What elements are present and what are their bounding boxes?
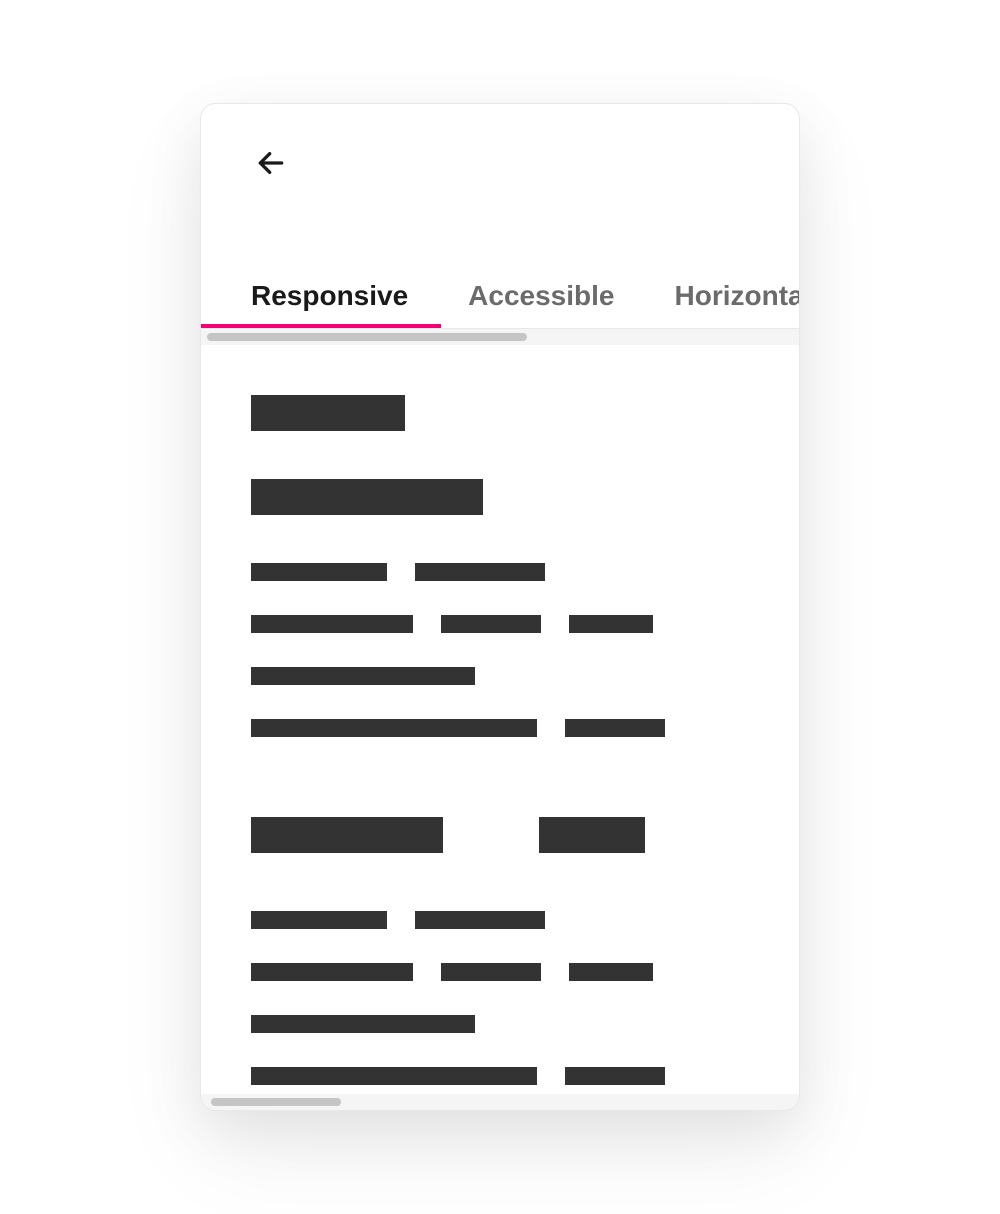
content-scroll[interactable] — [201, 345, 799, 1094]
tab-accessible[interactable]: Accessible — [468, 264, 614, 328]
footer-scrollbar-horizontal[interactable] — [201, 1094, 799, 1110]
skeleton-line — [565, 1067, 665, 1085]
skeleton-line — [569, 963, 653, 981]
tab-horizontal[interactable]: Horizontal — [675, 264, 800, 328]
skeleton-line — [251, 667, 475, 685]
skeleton-row — [251, 963, 749, 991]
skeleton-row — [251, 563, 749, 591]
tabs: Responsive Accessible Horizontal — [201, 264, 799, 328]
skeleton-row — [251, 615, 749, 643]
skeleton-line — [565, 719, 665, 737]
skeleton-row — [251, 1015, 749, 1043]
skeleton-line — [441, 615, 541, 633]
skeleton-heading-1 — [251, 395, 405, 431]
skeleton-line — [415, 563, 545, 581]
skeleton-line — [251, 1067, 537, 1085]
tab-responsive[interactable]: Responsive — [251, 264, 408, 328]
skeleton-row — [251, 1067, 749, 1094]
skeleton-subheading-1 — [251, 479, 483, 515]
tabs-container: Responsive Accessible Horizontal — [201, 264, 799, 329]
skeleton-line — [251, 1015, 475, 1033]
skeleton-line — [251, 911, 387, 929]
skeleton-line — [569, 615, 653, 633]
footer-scrollbar-thumb[interactable] — [211, 1098, 341, 1106]
tabs-scrollbar-thumb[interactable] — [207, 333, 527, 341]
content-section-1 — [251, 395, 749, 747]
skeleton-line — [441, 963, 541, 981]
content-section-2 — [251, 817, 749, 1094]
back-button[interactable] — [251, 144, 291, 184]
skeleton-heading-2b — [539, 817, 645, 853]
arrow-left-icon — [255, 147, 287, 182]
skeleton-row — [251, 719, 749, 747]
content-area — [201, 345, 799, 1094]
tab-indicator — [201, 324, 441, 328]
skeleton-line — [251, 963, 413, 981]
card-container: Responsive Accessible Horizontal — [200, 103, 800, 1111]
skeleton-heading-row — [251, 817, 749, 863]
tabs-scrollbar-horizontal[interactable] — [201, 329, 799, 345]
skeleton-row — [251, 667, 749, 695]
skeleton-line — [251, 719, 537, 737]
header — [201, 104, 799, 204]
skeleton-line — [251, 563, 387, 581]
skeleton-row — [251, 911, 749, 939]
skeleton-line — [415, 911, 545, 929]
skeleton-line — [251, 615, 413, 633]
skeleton-heading-2 — [251, 817, 443, 853]
